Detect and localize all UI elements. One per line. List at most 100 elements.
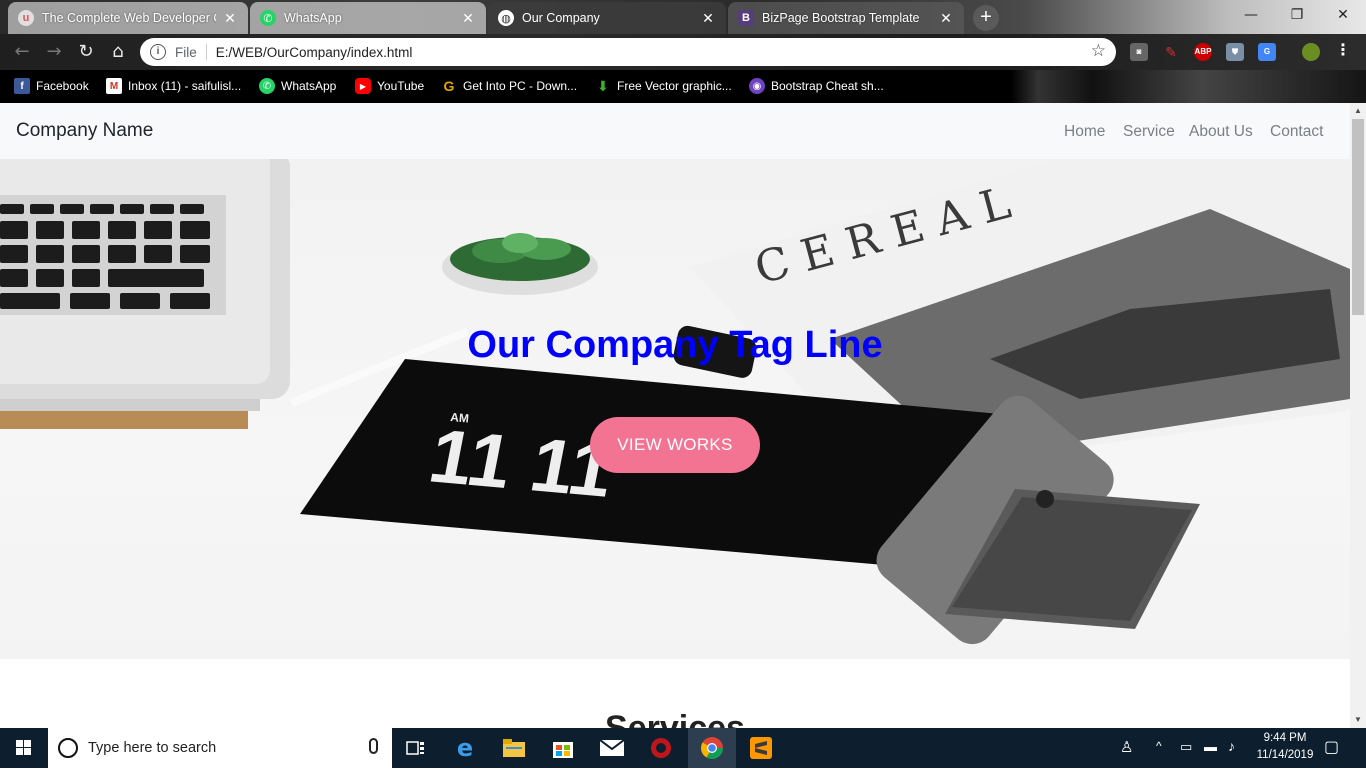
site-navbar: Company Name Home Service About Us Conta… <box>0 103 1350 159</box>
adblock-icon[interactable]: ABP <box>1194 43 1212 61</box>
home-icon[interactable]: ⌂ <box>106 40 130 64</box>
tray-chevron-up-icon[interactable]: ^ <box>1156 739 1162 753</box>
gmail-icon: M <box>106 78 122 94</box>
page-viewport: Company Name Home Service About Us Conta… <box>0 103 1350 728</box>
adblock-label: ABP <box>1194 47 1212 56</box>
bookmark-gmail[interactable]: M Inbox (11) - saifulisl... <box>106 77 241 95</box>
tab-title: Our Company <box>522 11 600 25</box>
youtube-icon: ▶ <box>355 78 371 94</box>
start-button[interactable] <box>0 728 48 768</box>
getintopc-icon: G <box>443 78 455 94</box>
brand-name[interactable]: Company Name <box>16 120 153 142</box>
windows-taskbar: Type here to search e ♙ ^ ▭ ▬ ♪ 9:44 PM … <box>0 728 1366 768</box>
people-icon[interactable]: ♙ <box>1120 738 1133 756</box>
sublime-text-icon[interactable] <box>737 728 785 768</box>
hero-tagline: Our Company Tag Line <box>467 324 883 366</box>
edge-icon[interactable]: e <box>441 728 489 768</box>
bookmark-getintopc[interactable]: G Get Into PC - Down... <box>441 77 578 95</box>
bootstrap-icon: B <box>738 10 754 26</box>
task-view-icon[interactable] <box>392 728 440 768</box>
taskbar-date[interactable]: 11/14/2019 <box>1250 749 1320 761</box>
laptop-image <box>0 159 290 429</box>
pen-icon[interactable]: ✎ <box>1162 43 1180 61</box>
menu-dots-icon[interactable]: ⋮ <box>1334 43 1352 61</box>
bookmark-label: Inbox (11) - saifulisl... <box>128 79 242 93</box>
scroll-up-arrow-icon[interactable]: ▲ <box>1350 103 1366 119</box>
microphone-icon[interactable] <box>369 738 378 754</box>
notification-icon[interactable]: ▢ <box>1324 737 1339 757</box>
info-icon[interactable]: i <box>150 44 166 60</box>
bookmark-label: WhatsApp <box>281 79 337 93</box>
minimize-button[interactable]: — <box>1228 0 1274 30</box>
bookmark-freevector[interactable]: ⬇ Free Vector graphic... <box>595 77 732 95</box>
globe-icon: ◍ <box>498 10 514 26</box>
tab-our-company[interactable]: ◍ Our Company ✕ <box>488 2 726 34</box>
browser-toolbar: ← → ↻ ⌂ i File E:/WEB/OurCompany/index.h… <box>0 34 1366 70</box>
clock-digits: 11 11 <box>423 414 620 514</box>
chrome-icon[interactable] <box>688 728 736 768</box>
nav-link-contact[interactable]: Contact <box>1270 123 1323 141</box>
bookmarks-bar: f Facebook M Inbox (11) - saifulisl... ✆… <box>0 70 1366 103</box>
page-scrollbar[interactable]: ▲ ▼ <box>1350 103 1366 728</box>
nav-link-about-us[interactable]: About Us <box>1189 123 1253 141</box>
close-tab-icon[interactable]: ✕ <box>222 10 238 27</box>
bookmark-star-icon[interactable]: ☆ <box>1091 41 1106 61</box>
hero-section: CEREAL AM 11 11 Our Company Tag Line VIE… <box>0 159 1350 659</box>
bookmark-label: Free Vector graphic... <box>617 79 732 93</box>
bookmark-whatsapp[interactable]: ✆ WhatsApp <box>259 77 336 95</box>
reload-icon[interactable]: ↻ <box>74 40 98 64</box>
close-tab-icon[interactable]: ✕ <box>700 10 716 27</box>
tab-title: BizPage Bootstrap Template <box>762 11 920 25</box>
network-icon[interactable]: ▭ <box>1180 739 1192 755</box>
taskbar-time[interactable]: 9:44 PM <box>1250 732 1320 744</box>
forward-arrow-icon[interactable]: → <box>42 40 66 64</box>
antivirus-icon[interactable] <box>637 728 685 768</box>
services-heading: Services <box>605 709 745 728</box>
cheatsheet-icon: ◉ <box>749 78 765 94</box>
bookmark-label: Get Into PC - Down... <box>463 79 578 93</box>
scroll-down-arrow-icon[interactable]: ▼ <box>1350 712 1366 728</box>
tab-title: WhatsApp <box>284 11 342 25</box>
battery-icon[interactable]: ▬ <box>1204 739 1217 754</box>
nav-link-home[interactable]: Home <box>1064 123 1105 141</box>
tab-udemy[interactable]: u The Complete Web Developer Co ✕ <box>8 2 248 34</box>
camera-icon[interactable]: ◙ <box>1130 43 1148 61</box>
taskbar-search-box[interactable]: Type here to search <box>48 728 392 768</box>
scrollbar-thumb[interactable] <box>1352 119 1364 315</box>
nav-link-service[interactable]: Service <box>1123 123 1175 141</box>
address-bar[interactable]: i File E:/WEB/OurCompany/index.html ☆ <box>140 38 1116 66</box>
store-icon[interactable] <box>539 728 587 768</box>
bookmark-label: Bootstrap Cheat sh... <box>771 79 884 93</box>
whatsapp-icon: ✆ <box>260 10 276 26</box>
shield-icon[interactable]: ⛊ <box>1226 43 1244 61</box>
new-tab-button[interactable]: + <box>973 5 999 31</box>
whatsapp-icon: ✆ <box>259 78 275 94</box>
volume-icon[interactable]: ♪ <box>1228 738 1235 754</box>
bookmark-facebook[interactable]: f Facebook <box>14 77 89 95</box>
browser-tab-strip: u The Complete Web Developer Co ✕ ✆ What… <box>0 0 1366 34</box>
udemy-icon: u <box>18 10 34 26</box>
profile-avatar[interactable] <box>1302 43 1320 61</box>
plant-image <box>442 233 598 295</box>
close-tab-icon[interactable]: ✕ <box>460 10 476 27</box>
scheme-label: File <box>175 44 197 60</box>
bookmark-youtube[interactable]: ▶ YouTube <box>355 77 424 95</box>
translate-icon[interactable]: G <box>1258 43 1276 61</box>
tab-whatsapp[interactable]: ✆ WhatsApp ✕ <box>250 2 486 34</box>
view-works-button[interactable]: VIEW WORKS <box>590 417 760 473</box>
bookmark-bootstrap-cheat[interactable]: ◉ Bootstrap Cheat sh... <box>749 77 884 95</box>
divider <box>205 44 207 60</box>
windows-logo-icon <box>16 740 31 755</box>
close-window-button[interactable]: ✕ <box>1320 0 1366 30</box>
close-tab-icon[interactable]: ✕ <box>938 10 954 27</box>
facebook-icon: f <box>14 78 30 94</box>
bookmark-label: Facebook <box>36 79 89 93</box>
tab-title: The Complete Web Developer Co <box>42 11 216 25</box>
mail-icon[interactable] <box>588 728 636 768</box>
file-explorer-icon[interactable] <box>490 728 538 768</box>
restore-button[interactable]: ❐ <box>1274 0 1320 30</box>
search-placeholder: Type here to search <box>88 740 217 756</box>
back-arrow-icon[interactable]: ← <box>10 40 34 64</box>
tab-bizpage[interactable]: B BizPage Bootstrap Template ✕ <box>728 2 964 34</box>
url-text[interactable]: E:/WEB/OurCompany/index.html <box>216 45 413 60</box>
